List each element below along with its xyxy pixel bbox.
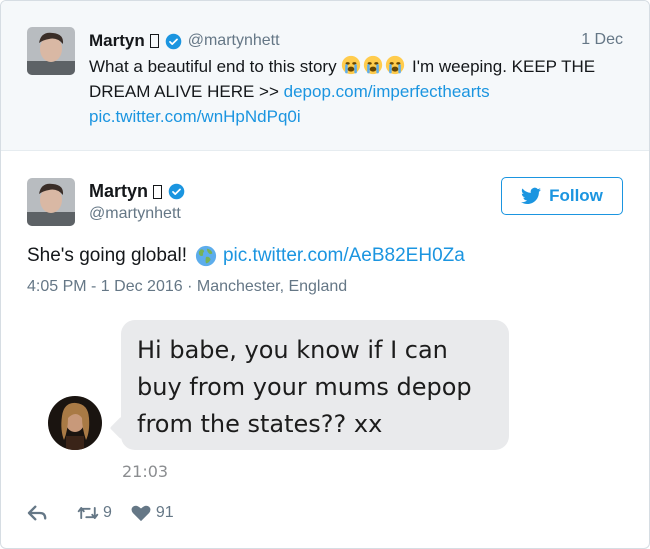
parent-tweet-text: What a beautiful end to this story I'm w… <box>89 54 629 129</box>
crying-emoji <box>342 55 361 75</box>
dm-avatar <box>48 396 102 450</box>
tweet-date[interactable]: 1 Dec <box>581 31 623 49</box>
tweet-text-part: What a beautiful end to this story <box>89 57 342 76</box>
tweet-card: Martyn @martynhett 1 Dec What a beautifu… <box>0 0 650 549</box>
author-handle[interactable]: @martynhett <box>188 32 280 50</box>
pic-link[interactable]: pic.twitter.com/AeB82EH0Za <box>223 245 465 267</box>
verified-icon <box>168 183 185 200</box>
tweet-timestamp[interactable]: 4:05 PM - 1 Dec 2016 · Manchester, Engla… <box>27 278 347 296</box>
author-name[interactable]: Martyn @martynhett <box>89 31 280 51</box>
parent-tweet[interactable]: Martyn @martynhett 1 Dec What a beautifu… <box>1 1 649 151</box>
retweet-count: 9 <box>103 504 112 521</box>
author-name-text[interactable]: Martyn <box>89 31 145 51</box>
twitter-bird-icon <box>521 187 542 204</box>
crying-emoji <box>386 55 405 75</box>
dm-message-bubble: Hi babe, you know if I can buy from your… <box>121 320 509 450</box>
retweet-button[interactable]: 9 <box>77 504 112 522</box>
follow-button[interactable]: Follow <box>501 177 623 215</box>
dm-message-text: Hi babe, you know if I can buy from your… <box>137 336 472 438</box>
author-name-text[interactable]: Martyn <box>89 181 148 202</box>
unknown-glyph-box <box>153 184 163 199</box>
crying-emoji <box>364 55 383 75</box>
dm-timestamp: 21:03 <box>122 462 169 481</box>
tweet-text: She's going global! pic.twitter.com/AeB8… <box>27 245 465 267</box>
follow-label[interactable]: Follow <box>549 186 603 206</box>
tweet-text-part: She's going global! <box>27 245 187 266</box>
like-count: 91 <box>155 504 174 521</box>
retweet-icon <box>77 506 99 520</box>
author-name[interactable]: Martyn <box>89 181 185 202</box>
globe-emoji <box>195 245 217 267</box>
reply-icon <box>27 505 47 521</box>
pic-link[interactable]: pic.twitter.com/wnHpNdPq0i <box>89 107 301 126</box>
avatar[interactable] <box>27 178 75 226</box>
unknown-glyph-box <box>149 34 159 48</box>
heart-icon <box>131 505 151 522</box>
action-bar: 9 91 <box>27 504 174 522</box>
verified-icon <box>165 33 182 49</box>
like-button[interactable]: 91 <box>130 504 174 522</box>
avatar[interactable] <box>27 27 75 75</box>
reply-button[interactable] <box>27 504 49 522</box>
depop-link[interactable]: depop.com/imperfecthearts <box>284 82 490 101</box>
author-handle[interactable]: @martynhett <box>89 205 181 223</box>
